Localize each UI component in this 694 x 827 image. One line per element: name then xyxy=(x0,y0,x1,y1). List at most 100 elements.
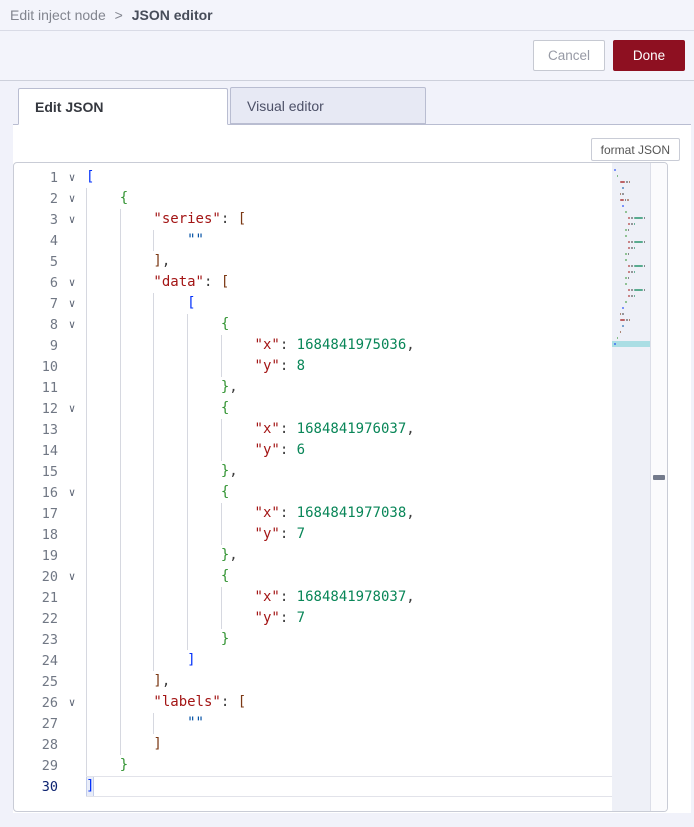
indent-guide xyxy=(120,209,154,230)
token-p: , xyxy=(406,335,414,356)
cancel-button[interactable]: Cancel xyxy=(533,40,605,71)
minimap-mark xyxy=(628,223,630,225)
line-number: 9 xyxy=(14,338,58,354)
code-line[interactable]: "x": 1684841977038, xyxy=(86,503,612,524)
chevron-down-icon[interactable]: ∨ xyxy=(58,692,86,713)
chevron-down-icon[interactable]: ∨ xyxy=(58,188,86,209)
minimap-mark xyxy=(625,229,627,231)
code-line[interactable]: }, xyxy=(86,461,612,482)
chevron-down-icon[interactable]: ∨ xyxy=(58,398,86,419)
json-code-editor[interactable]: 1∨2∨3∨456∨7∨8∨9101112∨13141516∨17181920∨… xyxy=(13,162,668,812)
code-line[interactable]: "x": 1684841978037, xyxy=(86,587,612,608)
chevron-down-icon[interactable]: ∨ xyxy=(58,209,86,230)
code-line[interactable]: "y": 6 xyxy=(86,440,612,461)
code-line[interactable]: "" xyxy=(86,230,612,251)
code-line[interactable]: "x": 1684841975036, xyxy=(86,335,612,356)
chevron-down-icon[interactable]: ∨ xyxy=(58,566,86,587)
code-line[interactable]: "" xyxy=(86,713,612,734)
code-line[interactable]: "data": [ xyxy=(86,272,612,293)
minimap-mark xyxy=(625,235,627,237)
indent-guide xyxy=(86,587,120,608)
minimap-mark xyxy=(628,295,630,297)
done-button[interactable]: Done xyxy=(613,40,685,71)
code-line[interactable]: { xyxy=(86,482,612,503)
code-line[interactable]: { xyxy=(86,566,612,587)
chevron-down-icon[interactable]: ∨ xyxy=(58,272,86,293)
token-num: 1684841976037 xyxy=(297,419,407,440)
action-bar: Cancel Done xyxy=(0,31,694,81)
code-line[interactable]: { xyxy=(86,188,612,209)
minimap-mark xyxy=(620,199,624,201)
token-p: , xyxy=(162,671,170,692)
chevron-down-icon[interactable]: ∨ xyxy=(58,167,86,188)
code-line[interactable]: } xyxy=(86,755,612,776)
minimap-line xyxy=(612,341,650,347)
code-line[interactable]: { xyxy=(86,314,612,335)
indent-guide xyxy=(86,461,120,482)
indent-guide xyxy=(86,293,120,314)
indent-guide xyxy=(120,587,154,608)
code-line[interactable]: ] xyxy=(86,776,612,797)
minimap-mark xyxy=(629,319,631,321)
editor-gutter: 1∨2∨3∨456∨7∨8∨9101112∨13141516∨17181920∨… xyxy=(14,163,86,811)
gutter-row: 22 xyxy=(14,608,86,629)
gutter-row: 7∨ xyxy=(14,293,86,314)
indent-guide xyxy=(153,482,187,503)
minimap-mark xyxy=(625,277,627,279)
indent-guide xyxy=(120,629,154,650)
chevron-down-icon[interactable]: ∨ xyxy=(58,482,86,503)
editor-minimap[interactable] xyxy=(612,163,650,811)
code-line[interactable]: "labels": [ xyxy=(86,692,612,713)
minimap-mark xyxy=(628,271,630,273)
line-number: 28 xyxy=(14,737,58,753)
code-line[interactable]: "y": 7 xyxy=(86,608,612,629)
token-b1: ] xyxy=(86,776,94,797)
token-str: "" xyxy=(187,230,204,251)
chevron-down-icon[interactable]: ∨ xyxy=(58,314,86,335)
code-line[interactable]: "series": [ xyxy=(86,209,612,230)
line-number: 4 xyxy=(14,233,58,249)
token-b2: { xyxy=(221,482,229,503)
code-line[interactable]: ] xyxy=(86,650,612,671)
code-line[interactable]: ], xyxy=(86,671,612,692)
overview-ruler[interactable] xyxy=(650,163,667,811)
overview-ruler-cursor-marker xyxy=(653,475,665,480)
token-b2: { xyxy=(120,188,128,209)
format-json-button[interactable]: format JSON xyxy=(591,138,680,161)
tab-visual-editor[interactable]: Visual editor xyxy=(230,87,426,124)
line-number: 29 xyxy=(14,758,58,774)
line-number: 24 xyxy=(14,653,58,669)
indent-guide xyxy=(187,461,221,482)
code-line[interactable]: }, xyxy=(86,377,612,398)
indent-guide xyxy=(153,335,187,356)
chevron-down-icon[interactable]: ∨ xyxy=(58,293,86,314)
code-line[interactable]: [ xyxy=(86,167,612,188)
gutter-row: 29 xyxy=(14,755,86,776)
token-b2: } xyxy=(120,755,128,776)
indent-guide xyxy=(187,356,221,377)
code-line[interactable]: }, xyxy=(86,545,612,566)
indent-guide xyxy=(153,293,187,314)
code-line[interactable]: ] xyxy=(86,734,612,755)
token-p: , xyxy=(406,587,414,608)
code-line[interactable]: } xyxy=(86,629,612,650)
code-line[interactable]: [ xyxy=(86,293,612,314)
code-line[interactable]: { xyxy=(86,398,612,419)
tab-edit-json[interactable]: Edit JSON xyxy=(18,88,228,125)
indent-guide xyxy=(86,251,120,272)
indent-guide xyxy=(86,188,120,209)
minimap-mark xyxy=(628,277,630,279)
editor-tabstrip: Edit JSON Visual editor xyxy=(13,87,691,125)
indent-guide xyxy=(187,566,221,587)
minimap-mark xyxy=(625,301,627,303)
code-line[interactable]: "y": 8 xyxy=(86,356,612,377)
line-number: 20 xyxy=(14,569,58,585)
token-p: : xyxy=(280,419,297,440)
code-line[interactable]: "y": 7 xyxy=(86,524,612,545)
token-b3: ] xyxy=(153,251,161,272)
indent-guide xyxy=(221,419,255,440)
code-line[interactable]: "x": 1684841976037, xyxy=(86,419,612,440)
editor-content[interactable]: [{"series": [""],"data": [[{"x": 1684841… xyxy=(86,163,612,811)
code-line[interactable]: ], xyxy=(86,251,612,272)
minimap-mark xyxy=(631,223,633,225)
